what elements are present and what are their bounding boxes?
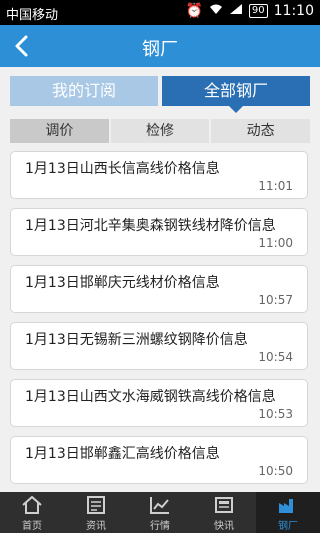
chart-icon [150,497,169,514]
nav-label: 快讯 [214,521,234,532]
segment-label: 我的订阅 [51,81,116,100]
status-bar: 中国移动 ⏰ 90 11:10 [0,0,320,25]
news-icon [87,496,105,514]
item-title: 1月13日山西长信高线价格信息 [25,161,220,177]
list-item[interactable]: 1月13日河北辛集奥森钢铁线材降价信息 11:00 [10,208,308,256]
wifi-icon [209,3,223,19]
battery-icon: 90 [248,4,268,18]
nav-label: 钢厂 [278,521,298,532]
item-title: 1月13日山西文水海威钢铁高线价格信息 [25,389,276,405]
nav-home[interactable]: 首页 [0,492,64,533]
nav-label: 行情 [150,521,170,532]
item-time: 11:01 [258,179,293,193]
item-time: 10:53 [258,407,293,421]
tab-maintenance[interactable]: 检修 [110,119,210,143]
nav-market[interactable]: 行情 [128,492,192,533]
item-title: 1月13日无锡新三洲螺纹钢降价信息 [25,332,248,348]
status-icons: ⏰ 90 11:10 [185,3,314,19]
flash-news-icon [215,497,233,513]
segment-label: 全部钢厂 [203,81,268,100]
category-tabs: 调价 检修 动态 [10,119,311,143]
item-title: 1月13日邯郸庆元线材价格信息 [25,275,220,291]
nav-flash-news[interactable]: 快讯 [192,492,256,533]
factory-icon [279,499,293,513]
carrier-name: 中国移动 [6,8,59,23]
item-time: 10:50 [258,464,293,478]
item-title: 1月13日河北辛集奥森钢铁线材降价信息 [25,218,276,234]
segment-my-subscriptions[interactable]: 我的订阅 [10,76,158,106]
tab-price-adjustment[interactable]: 调价 [10,119,109,143]
item-time: 10:54 [258,350,293,364]
tab-news[interactable]: 动态 [211,119,311,143]
clock-time: 11:10 [273,3,314,19]
list-item[interactable]: 1月13日无锡新三洲螺纹钢降价信息 10:54 [10,322,308,370]
nav-label: 首页 [22,521,42,532]
nav-label: 资讯 [86,521,106,532]
list-item[interactable]: 1月13日山西长信高线价格信息 11:01 [10,151,308,199]
bottom-navigation: 首页 资讯 行情 快讯 钢厂 [0,492,320,533]
page-title: 钢厂 [142,39,178,60]
caret-down-icon [229,106,243,113]
item-title: 1月13日邯郸鑫汇高线价格信息 [25,446,220,462]
home-icon [22,495,42,514]
signal-icon [229,3,243,19]
list-item[interactable]: 1月13日山西文水海威钢铁高线价格信息 10:53 [10,379,308,427]
item-time: 10:57 [258,293,293,307]
item-time: 11:00 [258,236,293,250]
alarm-icon: ⏰ [185,3,203,19]
list-item[interactable]: 1月13日邯郸鑫汇高线价格信息 10:50 [10,436,308,484]
segment-all-steel-mills[interactable]: 全部钢厂 [162,76,310,113]
news-list: 1月13日山西长信高线价格信息 11:01 1月13日河北辛集奥森钢铁线材降价信… [10,151,310,493]
list-item[interactable]: 1月13日邯郸庆元线材价格信息 10:57 [10,265,308,313]
app-header: 钢厂 [0,25,320,67]
nav-steel-mills[interactable]: 钢厂 [256,492,320,533]
nav-news[interactable]: 资讯 [64,492,128,533]
